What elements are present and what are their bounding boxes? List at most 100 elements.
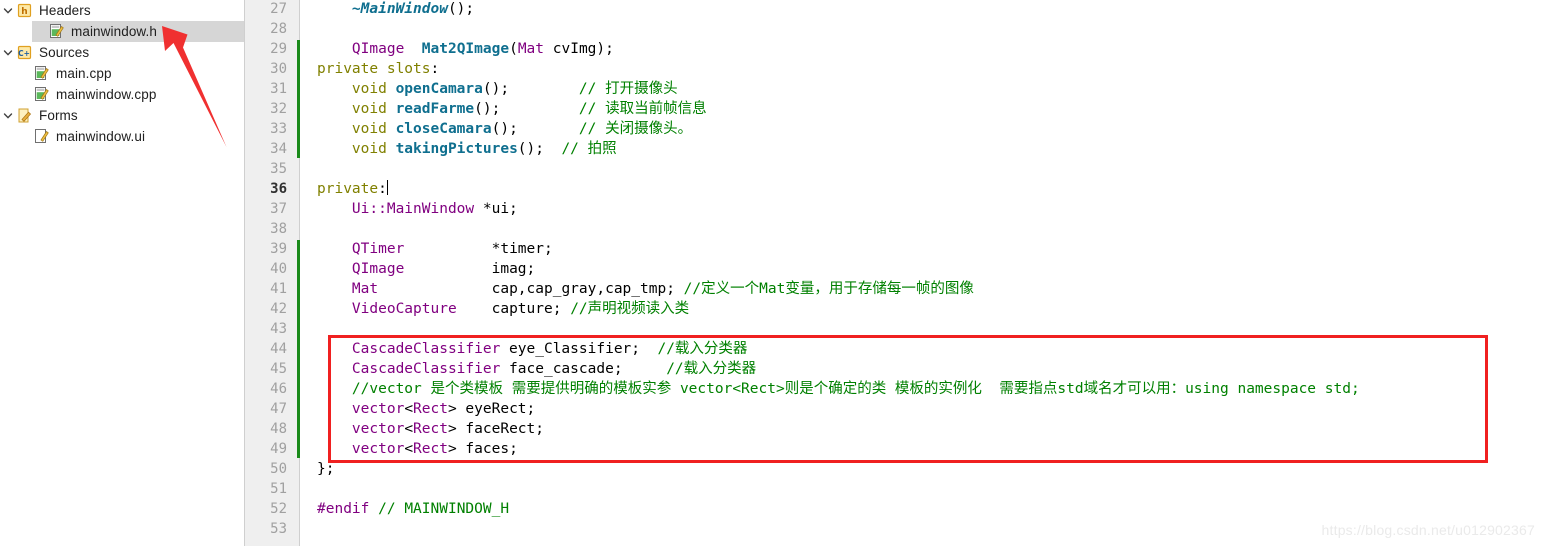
code-token: // MAINWINDOW_H [378,501,510,517]
code-line-47[interactable]: vector<Rect> eyeRect; [317,399,535,419]
code-line-50[interactable]: }; [317,459,334,479]
code-line-40[interactable]: QImage imag; [317,259,535,279]
tree-item-mainwindow-cpp[interactable]: mainwindow.cpp [0,84,244,105]
line-number: 36 [270,181,287,197]
code-token: takingPictures [395,141,518,157]
code-line-34[interactable]: void takingPictures(); // 拍照 [317,139,617,159]
code-token: CascadeClassifier [351,361,501,377]
code-editor[interactable]: 27 28 29 30 31 32 33 34 35 36 37 38 39 40 41 42 43 44 45 46… [245,0,1545,546]
watermark-text: https://blog.csdn.net/u012902367 [1321,522,1535,538]
code-token: CascadeClassifier [351,341,501,357]
ui-file-icon [33,128,50,145]
code-token: Rect [413,441,448,457]
line-number: 52 [270,501,287,517]
code-token: (); [447,1,475,17]
text-caret [386,180,388,195]
code-token: vector [351,401,405,417]
tree-item-main-cpp[interactable]: main.cpp [0,63,244,84]
code-line-37[interactable]: Ui::MainWindow *ui; [317,199,518,219]
code-line-31[interactable]: void openCamara(); // 打开摄像头 [317,79,678,99]
qt-creator-window: h Headers mainwindow.h C+ Sources main.cpp mai… [0,0,1545,546]
code-token: Ui::MainWindow [351,201,475,217]
code-token: #endif [317,501,370,517]
code-token: (); [491,121,579,137]
code-token: (); [474,101,579,117]
code-token: Mat [517,41,545,57]
code-line-49[interactable]: vector<Rect> faces; [317,439,518,459]
line-number: 34 [270,141,287,157]
svg-text:C+: C+ [18,49,30,58]
tree-item-label: main.cpp [56,66,112,81]
tree-item-label: mainwindow.cpp [56,87,157,102]
code-line-42[interactable]: VideoCapture capture; //声明视频读入类 [317,299,689,319]
code-line-39[interactable]: QTimer *timer; [317,239,553,259]
cpp-file-icon [33,65,50,82]
line-number: 35 [270,161,287,177]
tree-item-sources[interactable]: C+ Sources [0,42,244,63]
tree-item-forms[interactable]: Forms [0,105,244,126]
chevron-down-icon[interactable] [0,111,16,121]
code-token: Rect [413,401,448,417]
code-line-48[interactable]: vector<Rect> faceRect; [317,419,544,439]
chevron-down-icon[interactable] [0,48,16,58]
code-token: }; [317,461,335,477]
header-folder-icon: h [16,2,33,19]
line-number: 47 [270,401,287,417]
code-token: < [404,421,414,437]
code-token: eye_Classifier; [500,341,658,357]
code-token: Mat [351,281,379,297]
code-line-52[interactable]: #endif // MAINWINDOW_H [317,499,509,519]
code-line-41[interactable]: Mat cap,cap_gray,cap_tmp; //定义一个Mat变量，用于… [317,279,974,299]
tree-item-mainwindow-h[interactable]: mainwindow.h [32,21,244,42]
code-token: //载入分类器 [666,361,757,377]
code-token: ~MainWindow [351,1,448,17]
code-line-33[interactable]: void closeCamara(); // 关闭摄像头。 [317,119,692,139]
code-token: > eyeRect; [447,401,536,417]
chevron-down-icon[interactable] [0,6,16,16]
tree-item-headers[interactable]: h Headers [0,0,244,21]
code-line-44[interactable]: CascadeClassifier eye_Classifier; //载入分类… [317,339,748,359]
code-token: // 拍照 [561,141,617,157]
code-line-30[interactable]: private slots: [317,59,439,79]
code-token: (); [517,141,562,157]
line-number: 31 [270,81,287,97]
code-line-32[interactable]: void readFarme(); // 读取当前帧信息 [317,99,707,119]
line-number: 51 [270,481,287,497]
code-token: void [351,101,387,117]
code-token: : [378,181,387,197]
tree-item-label: Forms [39,108,78,123]
code-token: > faces; [447,441,518,457]
code-token: readFarme [395,101,475,117]
code-token: //声明视频读入类 [570,301,690,317]
line-number: 46 [270,381,287,397]
code-line-45[interactable]: CascadeClassifier face_cascade; //载入分类器 [317,359,756,379]
code-token: private [317,181,379,197]
code-line-27[interactable]: ~MainWindow(); [317,0,474,19]
code-token: Rect [413,421,448,437]
code-line-29[interactable]: QImage Mat2QImage(Mat cvImg); [317,39,614,59]
tree-item-mainwindow-ui[interactable]: mainwindow.ui [0,126,244,147]
tree-item-label: mainwindow.ui [56,129,146,144]
code-token: //vector 是个类模板 需要提供明确的模板实参 vector<Rect>则… [351,381,1360,397]
line-number: 38 [270,221,287,237]
code-line-46[interactable]: //vector 是个类模板 需要提供明确的模板实参 vector<Rect>则… [317,379,1360,399]
code-token: void [351,81,387,97]
code-token: //载入分类器 [657,341,748,357]
code-line-36[interactable]: private: [317,179,388,199]
code-content[interactable]: ~MainWindow(); QImage Mat2QImage(Mat cvI… [301,0,1545,546]
line-number: 49 [270,441,287,457]
header-file-icon [48,23,65,40]
code-token: vector [351,421,405,437]
tree-item-label: Headers [39,3,91,18]
